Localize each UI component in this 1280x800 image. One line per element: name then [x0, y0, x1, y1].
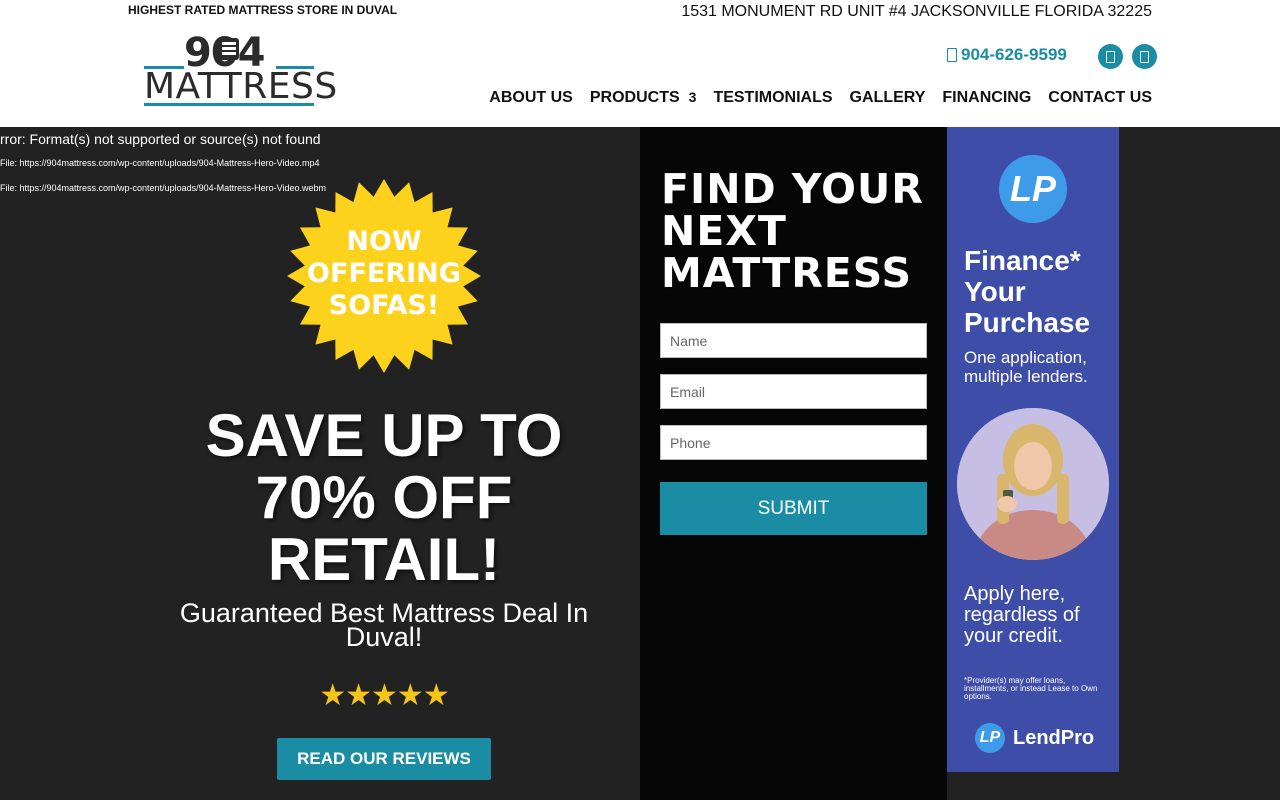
mattress-icon [219, 38, 239, 60]
lendpro-brand: LP LendPro [975, 723, 1094, 753]
ad-apply-text: Apply here, regardless of your credit. [964, 583, 1080, 647]
nav-products[interactable]: PRODUCTS 3 [590, 89, 697, 107]
lendpro-brand-name: LendPro [1013, 726, 1095, 749]
nav-gallery[interactable]: GALLERY [850, 89, 926, 107]
lendpro-small-logo-icon: LP [975, 723, 1005, 753]
ad-subline: One application, multiple lenders. [964, 348, 1088, 386]
lendpro-finance-banner[interactable]: LP Finance* Your Purchase One applicatio… [947, 127, 1119, 772]
hero-section: rror: Format(s) not supported or source(… [0, 127, 1280, 800]
nav-contact-us[interactable]: CONTACT US [1048, 89, 1152, 107]
ad-headline: Finance* Your Purchase [964, 245, 1091, 338]
video-file-link[interactable]: File: https://904mattress.com/wp-content… [0, 183, 326, 193]
badge-line: SOFAS! [328, 290, 440, 321]
phone-link[interactable]: 904-626-9599 [947, 45, 1067, 65]
products-dropdown-indicator: 3 [688, 89, 697, 105]
woman-with-phone-photo [957, 408, 1109, 560]
nav-financing[interactable]: FINANCING [942, 89, 1031, 107]
ad-fine-print: *Provider(s) may offer loans, installmen… [964, 676, 1098, 701]
hero-headline-line: 70% OFF [255, 464, 513, 531]
submit-button[interactable]: SUBMIT [660, 482, 927, 535]
badge-line: NOW [346, 226, 422, 257]
hero-headline-line: SAVE UP TO [205, 402, 563, 469]
logo-word: MATTRESS [144, 66, 338, 107]
instagram-icon[interactable] [1132, 44, 1157, 69]
video-file-link[interactable]: File: https://904mattress.com/wp-content… [0, 158, 319, 168]
hero-headline-line: RETAIL! [267, 526, 501, 593]
phone-field[interactable] [660, 425, 927, 460]
name-field[interactable] [660, 323, 927, 358]
site-logo[interactable]: 904 MATTRESS [144, 30, 337, 108]
site-header: HIGHEST RATED MATTRESS STORE IN DUVAL 15… [0, 0, 1280, 127]
read-reviews-button[interactable]: READ OUR REVIEWS [277, 738, 491, 780]
hero-subheadline: Guaranteed Best Mattress Deal In Duval! [179, 598, 589, 652]
badge-line: OFFERING [307, 258, 461, 289]
form-title: FIND YOUR NEXT MATTRESS [661, 165, 924, 297]
email-field[interactable] [660, 374, 927, 409]
phone-icon [947, 48, 957, 62]
sofa-offer-badge: NOW OFFERING SOFAS! [286, 178, 482, 374]
nav-testimonials[interactable]: TESTIMONIALS [713, 89, 832, 107]
header-address: 1531 MONUMENT RD UNIT #4 JACKSONVILLE FL… [681, 3, 1152, 20]
video-error-message: rror: Format(s) not supported or source(… [0, 131, 321, 147]
lead-form-panel: FIND YOUR NEXT MATTRESS SUBMIT [640, 127, 947, 800]
logo-underline [144, 103, 314, 106]
nav-about-us[interactable]: ABOUT US [489, 89, 573, 107]
hero-headline: SAVE UP TO 70% OFF RETAIL! [150, 405, 618, 591]
phone-number: 904-626-9599 [961, 45, 1067, 64]
main-nav: ABOUT US PRODUCTS 3 TESTIMONIALS GALLERY … [489, 89, 1152, 107]
rating-stars: ★★★★★ [319, 679, 449, 712]
lendpro-logo-icon: LP [999, 155, 1067, 223]
facebook-icon[interactable] [1098, 44, 1123, 69]
header-tagline: HIGHEST RATED MATTRESS STORE IN DUVAL [128, 3, 398, 17]
